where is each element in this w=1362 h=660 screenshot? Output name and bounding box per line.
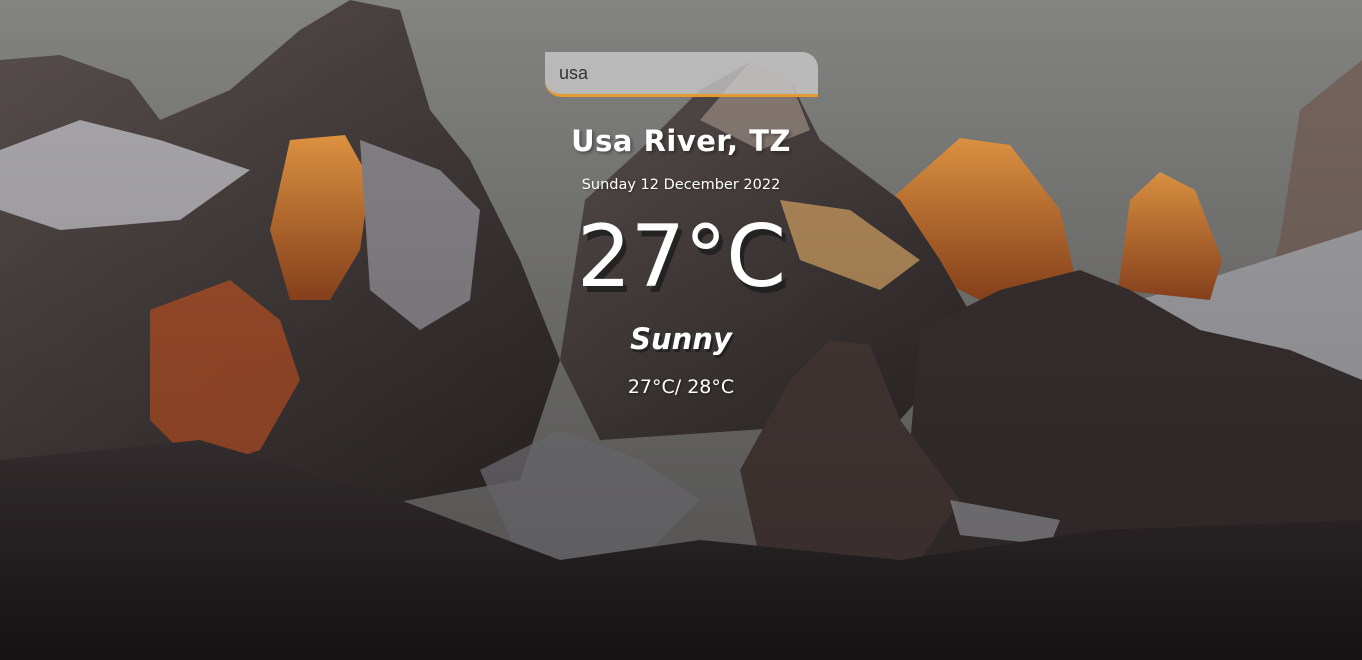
temperature-range: 27°C/ 28°C xyxy=(627,376,735,398)
current-temperature: 27°C xyxy=(576,207,786,307)
search-input[interactable] xyxy=(545,52,818,97)
current-date: Sunday 12 December 2022 xyxy=(581,177,781,193)
location-title: Usa River, TZ xyxy=(571,124,791,158)
weather-condition: Sunny xyxy=(630,322,732,356)
weather-app: Usa River, TZ Sunday 12 December 2022 27… xyxy=(0,0,1362,660)
